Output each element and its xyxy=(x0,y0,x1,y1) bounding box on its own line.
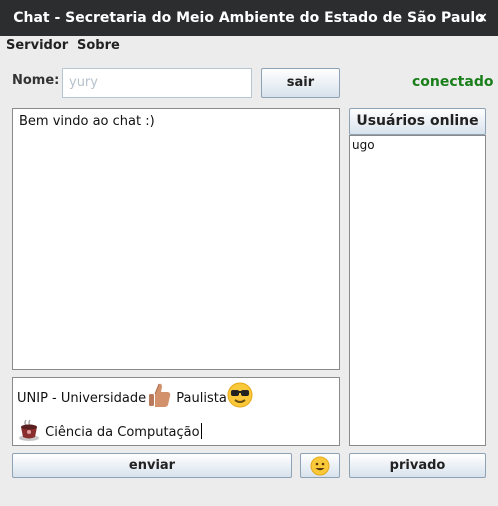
exit-button[interactable]: sair xyxy=(261,68,340,98)
connection-status: conectado xyxy=(412,74,494,90)
chat-messages[interactable]: Bem vindo ao chat :) xyxy=(12,108,340,370)
sunglasses-icon xyxy=(227,382,253,408)
users-online-header: Usuários online xyxy=(349,108,486,135)
user-item[interactable]: ugo xyxy=(352,138,375,152)
smiley-emoji-icon xyxy=(310,456,330,476)
compose-line-2: Ciência da Computação xyxy=(17,418,202,445)
emoji-picker-button[interactable] xyxy=(300,453,340,478)
title-bar[interactable]: Chat - Secretaria do Meio Ambiente do Es… xyxy=(0,0,498,36)
compose-text-1a: UNIP - Universidade xyxy=(17,391,147,406)
message-input[interactable]: UNIP - Universidade Paulista Ciência da … xyxy=(12,377,340,446)
menu-sobre[interactable]: Sobre xyxy=(77,38,120,53)
message-text: Bem vindo ao chat :) xyxy=(19,114,155,129)
compose-text-1b: Paulista xyxy=(176,391,227,406)
private-button[interactable]: privado xyxy=(349,453,486,478)
compose-line-1: UNIP - Universidade Paulista xyxy=(17,382,253,411)
name-field[interactable]: yury xyxy=(62,68,252,98)
chat-window: Chat - Secretaria do Meio Ambiente do Es… xyxy=(0,0,498,506)
text-caret xyxy=(200,423,202,439)
menu-bar: Servidor Sobre xyxy=(0,36,498,57)
menu-servidor[interactable]: Servidor xyxy=(6,38,68,53)
hot-beverage-icon xyxy=(19,419,39,441)
users-online-list[interactable]: ugo xyxy=(349,135,486,446)
window-title: Chat - Secretaria do Meio Ambiente do Es… xyxy=(13,10,485,26)
thumbs-up-icon xyxy=(149,383,171,407)
compose-text-2: Ciência da Computação xyxy=(45,425,200,440)
send-button[interactable]: enviar xyxy=(12,453,292,478)
close-icon[interactable]: × xyxy=(476,0,488,36)
name-label: Nome: xyxy=(12,73,60,88)
